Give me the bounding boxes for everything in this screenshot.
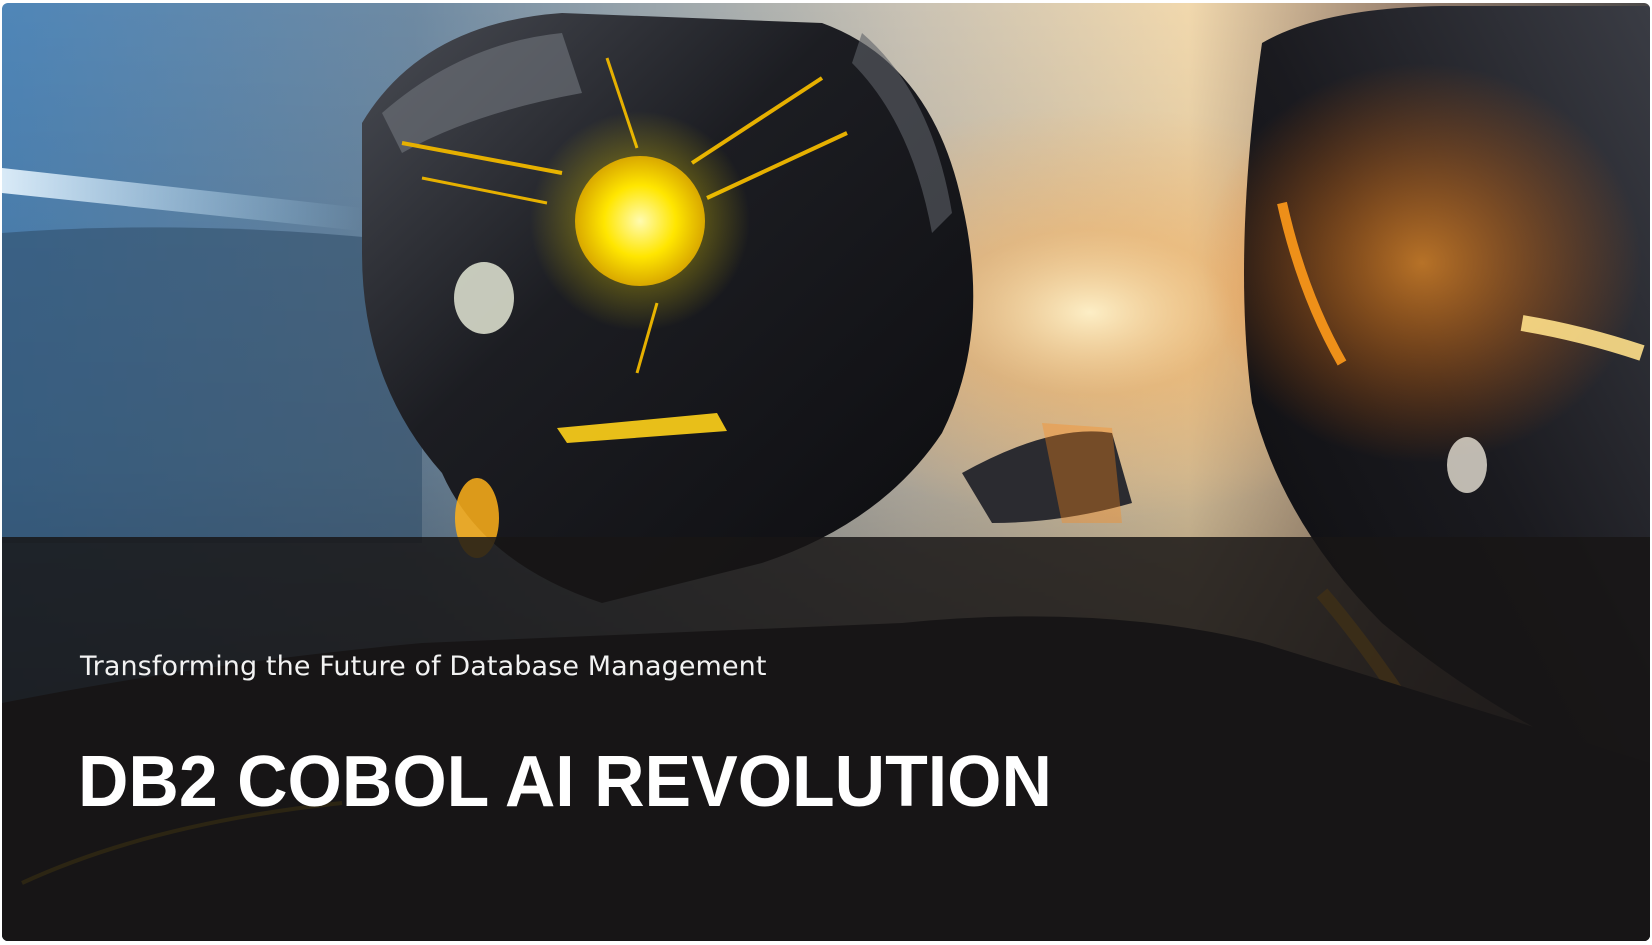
hero-title: DB2 COBOL AI REVOLUTION	[78, 742, 1052, 822]
hero-card: Transforming the Future of Database Mana…	[2, 3, 1650, 941]
caption-overlay	[2, 537, 1650, 941]
hero-subtitle: Transforming the Future of Database Mana…	[80, 651, 767, 682]
